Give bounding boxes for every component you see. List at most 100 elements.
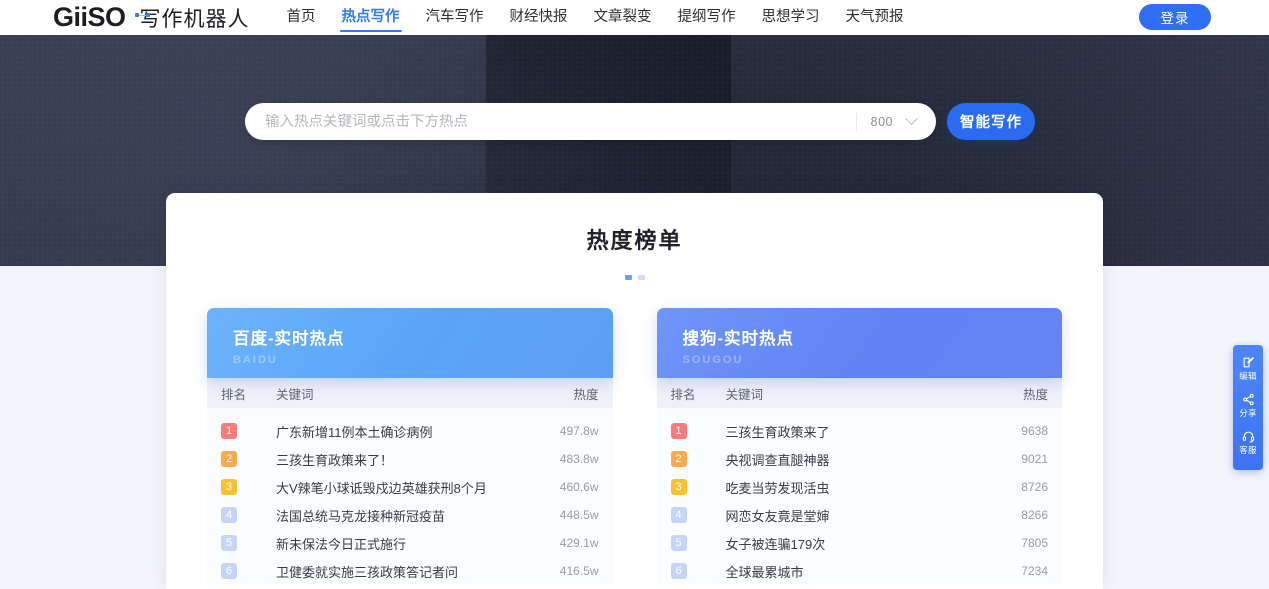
floating-edit-button[interactable]: 编辑 (1233, 351, 1263, 388)
rank-badge: 5 (671, 535, 687, 551)
page-title: 热度榜单 (166, 193, 1103, 255)
keyword-cell[interactable]: 三孩生育政策来了！ (267, 450, 543, 469)
rank-cell: 3 (671, 479, 717, 495)
rank-cell: 5 (671, 535, 717, 551)
table-row[interactable]: 5 新未保法今日正式施行 429.1w (207, 529, 613, 557)
hero-search-area: 800 智能写作 (245, 103, 1035, 140)
rank-badge: 5 (221, 535, 237, 551)
hot-value-cell: 9021 (992, 452, 1062, 466)
keyword-cell[interactable]: 央视调查直腿神器 (717, 450, 993, 469)
smart-write-button[interactable]: 智能写作 (947, 103, 1035, 140)
floating-edit-label: 编辑 (1239, 370, 1257, 382)
table-row[interactable]: 1 广东新增11例本土确诊病例 497.8w (207, 417, 613, 445)
rank-badge: 6 (221, 563, 237, 579)
keyword-cell[interactable]: 卫健委就实施三孩政策答记者问 (267, 562, 543, 581)
keyword-cell[interactable]: 新未保法今日正式施行 (267, 534, 543, 553)
table-body-baidu: 1 广东新增11例本土确诊病例 497.8w 2 三孩生育政策来了！ 483.8… (207, 408, 613, 585)
table-row[interactable]: 4 法国总统马克龙接种新冠疫苗 448.5w (207, 501, 613, 529)
card-subtitle: BAIDU (233, 354, 613, 366)
hot-value-cell: 8266 (992, 508, 1062, 522)
column-header-rank: 排名 (671, 384, 717, 403)
rank-badge: 3 (671, 479, 687, 495)
table-row[interactable]: 4 网恋女友竟是堂婶 8266 (657, 501, 1063, 529)
keyword-cell[interactable]: 广东新增11例本土确诊病例 (267, 422, 543, 441)
rank-badge: 4 (221, 507, 237, 523)
card-title: 百度-实时热点 (233, 325, 613, 349)
table-row[interactable]: 6 卫健委就实施三孩政策答记者问 416.5w (207, 557, 613, 585)
length-selector[interactable]: 800 (856, 113, 936, 131)
table-row[interactable]: 2 三孩生育政策来了！ 483.8w (207, 445, 613, 473)
keyword-cell[interactable]: 吃麦当劳发现活虫 (717, 478, 993, 497)
column-header-keyword: 关键词 (267, 384, 543, 403)
column-header-hot: 热度 (992, 384, 1062, 403)
search-input[interactable] (245, 114, 856, 130)
headset-icon (1242, 430, 1255, 443)
hot-value-cell: 448.5w (543, 508, 613, 522)
top-navigation-bar: GiiSO 写作机器人 首页 热点写作 汽车写作 财经快报 文章裂变 提纲写作 … (0, 0, 1269, 35)
hot-value-cell: 416.5w (543, 564, 613, 578)
column-header-rank: 排名 (221, 384, 267, 403)
floating-share-label: 分享 (1239, 407, 1257, 419)
card-header-sogou: 搜狗-实时热点 SOUGOU (657, 308, 1063, 378)
hot-value-cell: 9638 (992, 424, 1062, 438)
table-body-sogou: 1 三孩生育政策来了 9638 2 央视调查直腿神器 9021 (657, 408, 1063, 585)
nav-item-ideology-study[interactable]: 思想学习 (749, 0, 833, 35)
table-row[interactable]: 1 三孩生育政策来了 9638 (657, 417, 1063, 445)
rank-cell: 5 (221, 535, 267, 551)
keyword-cell[interactable]: 网恋女友竟是堂婶 (717, 506, 993, 525)
keyword-cell[interactable]: 全球最累城市 (717, 562, 993, 581)
table-header-sogou: 排名 关键词 热度 (657, 378, 1063, 408)
edit-square-icon (1242, 356, 1255, 369)
table-row[interactable]: 5 女子被连骗179次 7805 (657, 529, 1063, 557)
nav-item-finance-news[interactable]: 财经快报 (497, 0, 581, 35)
table-row[interactable]: 3 大V辣笔小球诋毁戍边英雄获刑8个月 460.6w (207, 473, 613, 501)
hot-value-cell: 460.6w (543, 480, 613, 494)
nav-item-hotspot-writing[interactable]: 热点写作 (329, 0, 413, 35)
brand-dot-1 (135, 13, 139, 17)
nav-item-outline-writing[interactable]: 提纲写作 (665, 0, 749, 35)
rank-badge: 3 (221, 479, 237, 495)
rank-cell: 4 (671, 507, 717, 523)
rank-cell: 1 (671, 423, 717, 439)
rank-badge: 1 (671, 423, 687, 439)
brand-logo-mark: GiiSO (53, 2, 126, 32)
hot-value-cell: 8726 (992, 480, 1062, 494)
brand-name-cn: 写作机器人 (140, 3, 250, 33)
nav-item-home[interactable]: 首页 (274, 0, 329, 35)
floating-toolbar: 编辑 分享 (1233, 345, 1263, 470)
chevron-down-icon (905, 112, 918, 125)
floating-support-label: 客服 (1239, 444, 1257, 456)
rank-badge: 4 (671, 507, 687, 523)
keyword-cell[interactable]: 三孩生育政策来了 (717, 422, 993, 441)
hot-value-cell: 497.8w (543, 424, 613, 438)
brand-logo-text: GiiSO (53, 2, 133, 33)
rank-badge: 1 (221, 423, 237, 439)
table-row[interactable]: 2 央视调查直腿神器 9021 (657, 445, 1063, 473)
nav-item-weather-forecast[interactable]: 天气预报 (833, 0, 917, 35)
nav-item-article-fission[interactable]: 文章裂变 (581, 0, 665, 35)
rank-badge: 2 (221, 451, 237, 467)
keyword-cell[interactable]: 法国总统马克龙接种新冠疫苗 (267, 506, 543, 525)
table-row[interactable]: 3 吃麦当劳发现活虫 8726 (657, 473, 1063, 501)
table-row[interactable]: 6 全球最累城市 7234 (657, 557, 1063, 585)
page-root: GiiSO 写作机器人 首页 热点写作 汽车写作 财经快报 文章裂变 提纲写作 … (0, 0, 1269, 589)
ranking-cards: 百度-实时热点 BAIDU 排名 关键词 热度 1 广东新增11例本土确诊病例 … (166, 280, 1103, 585)
nav-item-auto-writing[interactable]: 汽车写作 (413, 0, 497, 35)
column-header-hot: 热度 (543, 384, 613, 403)
keyword-cell[interactable]: 女子被连骗179次 (717, 534, 993, 553)
carousel-dot-1[interactable] (625, 275, 632, 280)
share-nodes-icon (1242, 393, 1255, 406)
rank-cell: 2 (671, 451, 717, 467)
login-button[interactable]: 登录 (1139, 4, 1211, 30)
rank-cell: 4 (221, 507, 267, 523)
table-header-baidu: 排名 关键词 热度 (207, 378, 613, 408)
rank-cell: 6 (221, 563, 267, 579)
carousel-dot-2[interactable] (638, 275, 645, 280)
rank-badge: 6 (671, 563, 687, 579)
floating-support-button[interactable]: 客服 (1233, 425, 1263, 462)
keyword-cell[interactable]: 大V辣笔小球诋毁戍边英雄获刑8个月 (267, 478, 543, 497)
hot-value-cell: 483.8w (543, 452, 613, 466)
hot-value-cell: 7805 (992, 536, 1062, 550)
floating-share-button[interactable]: 分享 (1233, 388, 1263, 425)
brand-logo[interactable]: GiiSO 写作机器人 (53, 2, 250, 33)
